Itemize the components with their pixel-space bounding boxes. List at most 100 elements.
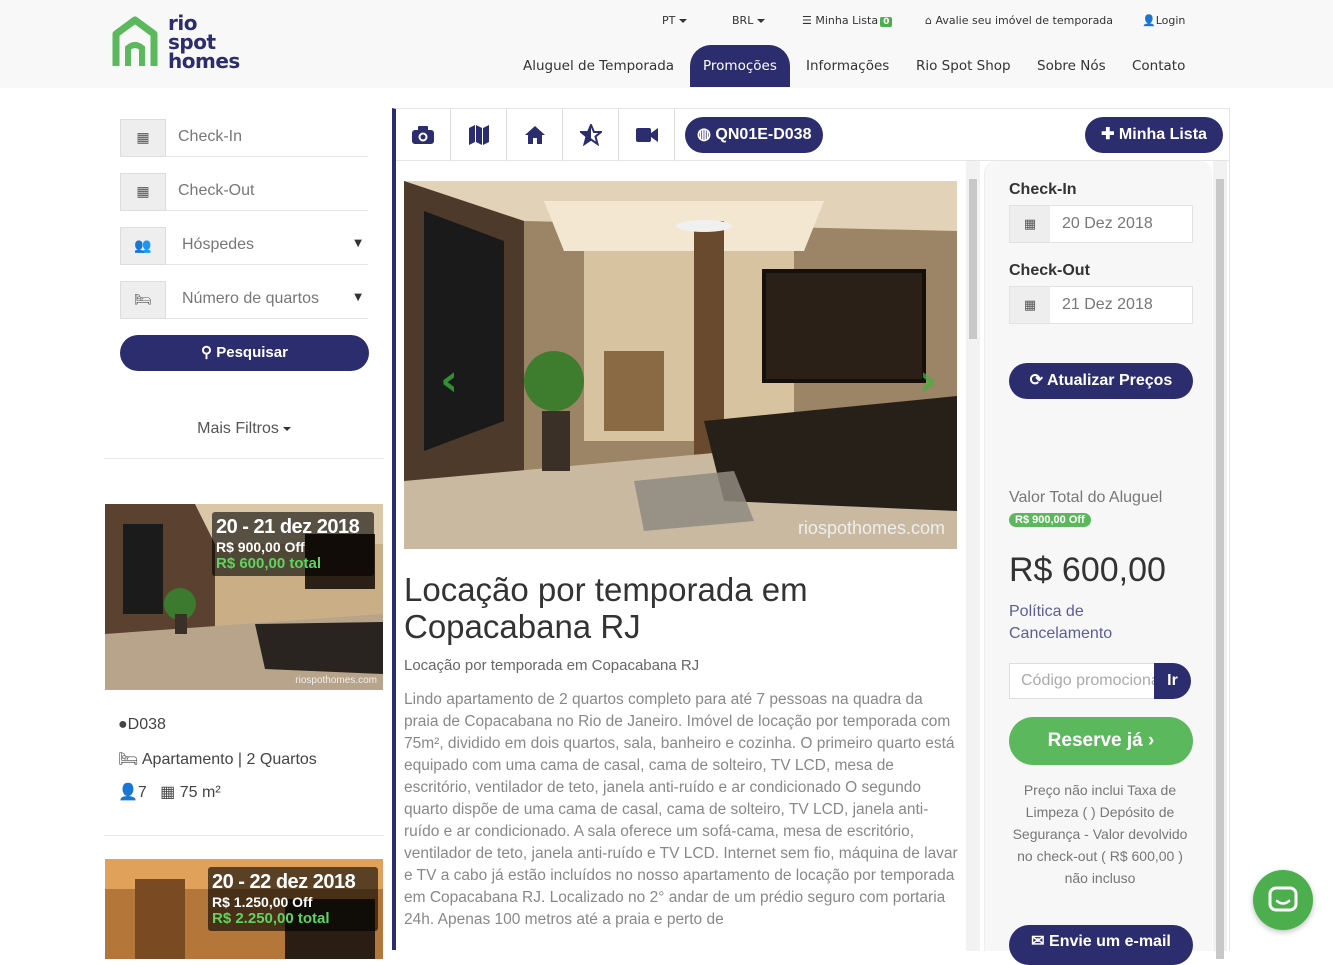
nav-contato[interactable]: Contato	[1132, 45, 1185, 87]
house-logo-icon	[112, 16, 158, 66]
users-icon: 👥	[120, 227, 166, 265]
caret-down-icon	[282, 426, 291, 431]
listing-code-text: QN01E-D038	[715, 126, 812, 143]
nav-aluguel[interactable]: Aluguel de Temporada	[523, 45, 674, 87]
user-icon: 👤	[1142, 14, 1156, 27]
listing-description: Lindo apartamento de 2 quartos completo …	[404, 691, 958, 928]
checkin-placeholder: Check-In	[178, 128, 243, 145]
search-button-label: Pesquisar	[216, 344, 288, 361]
globe-icon: ◍	[697, 126, 711, 143]
video-camera-icon	[636, 128, 658, 142]
evaluate-label: Avalie seu imóvel de temporada	[935, 14, 1114, 27]
checkout-label: Check-Out	[1009, 262, 1090, 279]
area-icon: ▦	[160, 784, 176, 801]
card-type-text: Apartamento | 2 Quartos	[141, 751, 317, 768]
checkin-label: Check-In	[1009, 181, 1077, 198]
listing-photo-carousel[interactable]: ‹ › riospothomes.com	[404, 181, 957, 549]
my-list-link[interactable]: ☰ Minha Lista 0	[802, 14, 893, 27]
email-button[interactable]: ✉ Envie um e-mail	[1009, 925, 1193, 965]
booking-checkout-field[interactable]: ▦ 21 Dez 2018	[1009, 286, 1193, 324]
checkout-value: 21 Dez 2018	[1062, 296, 1153, 313]
price-overlay: 20 - 21 dez 2018 R$ 900,00 Off R$ 600,00…	[212, 512, 374, 576]
carousel-next-arrow-icon[interactable]: ›	[919, 355, 937, 406]
checkout-field[interactable]: ▦ Check-Out	[120, 173, 368, 211]
divider	[104, 835, 384, 836]
rooms-label: Número de quartos	[182, 290, 319, 307]
nav-sobre[interactable]: Sobre Nós	[1037, 45, 1106, 87]
search-button[interactable]: ⚲ Pesquisar	[120, 335, 369, 371]
listing-panel: ◍ QN01E-D038 ✚ Minha Lista ‹ › riospotho…	[392, 108, 1230, 965]
dropdown-arrow-icon: ▼	[354, 238, 362, 249]
promo-apply-button[interactable]: Ir	[1154, 663, 1191, 699]
living-room-photo	[404, 181, 957, 549]
calendar-icon: ▦	[120, 119, 166, 157]
calendar-icon: ▦	[1010, 206, 1050, 242]
checkin-field[interactable]: ▦ Check-In	[120, 119, 368, 157]
chevron-right-icon: ›	[1148, 730, 1155, 751]
bed-icon: 🛏	[120, 281, 166, 319]
card-guests: 7	[137, 784, 147, 801]
my-list-label: Minha Lista	[815, 14, 879, 27]
caret-down-icon	[679, 19, 688, 23]
card-area: 75 m²	[179, 784, 221, 801]
add-to-list-button[interactable]: ✚ Minha Lista	[1085, 117, 1223, 153]
promo-code-input[interactable]: Código promocional	[1009, 663, 1155, 699]
my-list-count-badge: 0	[880, 17, 893, 27]
tab-video[interactable]	[620, 109, 675, 161]
language-selector[interactable]: PT	[662, 14, 688, 27]
user-icon: 👤	[118, 784, 138, 801]
tab-photos[interactable]	[396, 109, 451, 161]
image-watermark: riospothomes.com	[295, 675, 377, 686]
home-icon	[525, 126, 545, 144]
divider	[104, 458, 384, 459]
logo-line-3: homes	[168, 49, 240, 73]
image-watermark: riospothomes.com	[797, 518, 945, 538]
nav-promocoes[interactable]: Promoções	[690, 45, 790, 87]
logo[interactable]: rio spot homes	[112, 13, 252, 74]
scrollbar-thumb[interactable]	[1216, 179, 1224, 959]
tab-reviews[interactable]	[564, 109, 619, 161]
calendar-icon: ▦	[120, 173, 166, 211]
description-scrollbar[interactable]	[966, 161, 980, 951]
nav-shop[interactable]: Rio Spot Shop	[916, 45, 1011, 87]
list-icon: ☰	[802, 14, 812, 27]
scrollbar-thumb[interactable]	[969, 179, 977, 339]
listing-card[interactable]: 20 - 22 dez 2018 R$ 1.250,00 Off R$ 2.25…	[104, 859, 384, 959]
rooms-select[interactable]: 🛏 Número de quartos ▼	[120, 281, 368, 319]
booking-checkin-field[interactable]: ▦ 20 Dez 2018	[1009, 205, 1193, 243]
cancellation-policy-link[interactable]: Política de Cancelamento	[1009, 601, 1159, 645]
guests-label: Hóspedes	[182, 236, 255, 253]
nav-informacoes[interactable]: Informações	[806, 45, 889, 87]
update-prices-label: Atualizar Preços	[1046, 372, 1173, 389]
bed-icon: 🛏	[118, 751, 139, 768]
total-price: R$ 600,00	[1009, 551, 1166, 589]
evaluate-link[interactable]: ⌂ Avalie seu imóvel de temporada	[925, 14, 1113, 27]
listing-code-pill[interactable]: ◍ QN01E-D038	[685, 117, 824, 153]
guests-select[interactable]: 👥 Hóspedes ▼	[120, 227, 368, 265]
carousel-prev-arrow-icon[interactable]: ‹	[440, 355, 458, 406]
price-note: Preço não inclui Taxa de Limpeza ( ) Dep…	[1012, 782, 1188, 886]
chat-icon	[1268, 886, 1298, 912]
refresh-icon: ⟳	[1029, 372, 1044, 389]
more-filters-label: Mais Filtros	[197, 420, 279, 437]
card-dates: 20 - 22 dez 2018	[212, 871, 356, 893]
tab-details[interactable]	[508, 109, 563, 161]
update-prices-button[interactable]: ⟳ Atualizar Preços	[1009, 363, 1193, 399]
listing-card[interactable]: riospothomes.com 20 - 21 dez 2018 R$ 900…	[104, 504, 384, 834]
logo-text: rio spot homes	[168, 13, 240, 73]
login-link[interactable]: 👤Login	[1142, 14, 1185, 27]
map-icon	[469, 125, 489, 145]
reserve-button[interactable]: Reserve já ›	[1009, 717, 1193, 765]
card-code: ●D038	[118, 716, 166, 734]
currency-selector[interactable]: BRL	[732, 14, 766, 27]
booking-scrollbar[interactable]	[1213, 161, 1227, 959]
card-capacity: 👤7 ▦ 75 m²	[118, 782, 221, 802]
card-discount: R$ 1.250,00 Off	[212, 894, 313, 910]
more-filters-toggle[interactable]: Mais Filtros	[104, 420, 384, 438]
chat-launcher[interactable]	[1253, 870, 1313, 930]
tab-map[interactable]	[452, 109, 507, 161]
search-icon: ⚲	[201, 344, 213, 361]
calendar-icon: ▦	[1010, 287, 1050, 323]
card-total: R$ 600,00 total	[216, 555, 322, 572]
total-label: Valor Total do Aluguel	[1009, 489, 1163, 506]
